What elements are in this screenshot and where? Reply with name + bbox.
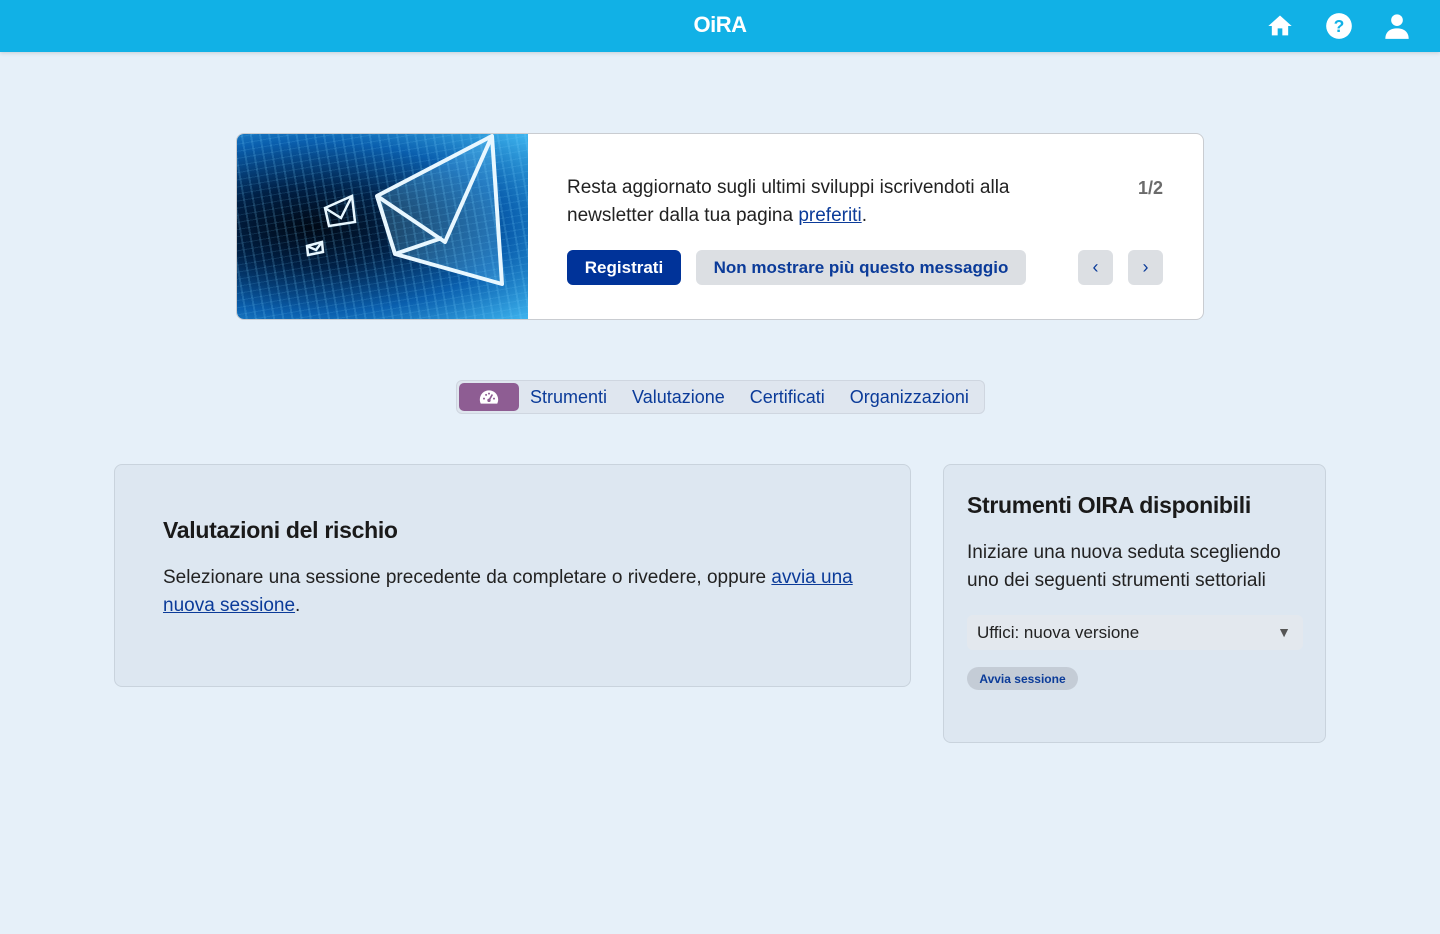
prev-message-button[interactable]: ‹ bbox=[1078, 250, 1113, 285]
risk-text: Selezionare una sessione precedente da c… bbox=[163, 567, 772, 588]
dismiss-message-button[interactable]: Non mostrare più questo messaggio bbox=[696, 250, 1026, 285]
chevron-right-icon: › bbox=[1142, 257, 1149, 277]
risk-assessments-card: Valutazioni del rischio Selezionare una … bbox=[114, 464, 911, 687]
risk-assessments-text: Selezionare una sessione precedente da c… bbox=[163, 564, 863, 620]
help-icon[interactable]: ? bbox=[1324, 11, 1354, 41]
tab-dashboard[interactable] bbox=[459, 383, 519, 411]
svg-text:?: ? bbox=[1334, 16, 1345, 36]
available-tools-text: Iniziare una nuova seduta scegliendo uno… bbox=[967, 542, 1281, 591]
home-icon[interactable] bbox=[1265, 11, 1295, 41]
tab-strumenti[interactable]: Strumenti bbox=[530, 387, 607, 408]
tool-select[interactable]: Uffici: nuova versione ▼ bbox=[967, 615, 1303, 650]
tool-select-value: Uffici: nuova versione bbox=[977, 622, 1140, 642]
tab-certificati[interactable]: Certificati bbox=[750, 387, 825, 408]
register-button[interactable]: Registrati bbox=[567, 250, 681, 285]
chevron-left-icon: ‹ bbox=[1092, 257, 1099, 277]
banner-text: Resta aggiornato sugli ultimi sviluppi i… bbox=[567, 177, 1010, 226]
available-tools-title: Strumenti OIRA disponibili bbox=[967, 492, 1251, 518]
banner-counter: 1/2 bbox=[1137, 178, 1163, 198]
oira-logo[interactable]: OiRA bbox=[0, 12, 1440, 38]
next-message-button[interactable]: › bbox=[1128, 250, 1163, 285]
top-bar: OiRA ? bbox=[0, 0, 1440, 52]
start-session-button[interactable]: Avvia sessione bbox=[967, 667, 1078, 690]
newsletter-banner: Resta aggiornato sugli ultimi sviluppi i… bbox=[236, 133, 1204, 320]
risk-assessments-title: Valutazioni del rischio bbox=[163, 517, 398, 543]
risk-text-end: . bbox=[295, 595, 301, 616]
dashboard-icon bbox=[479, 390, 499, 404]
user-icon[interactable] bbox=[1382, 11, 1412, 41]
preferences-link[interactable]: preferiti bbox=[798, 205, 861, 226]
banner-text-end: . bbox=[861, 205, 867, 226]
banner-message: Resta aggiornato sugli ultimi sviluppi i… bbox=[567, 174, 1067, 230]
dropdown-arrow-icon: ▼ bbox=[1277, 624, 1291, 640]
main-tabs: Strumenti Valutazione Certificati Organi… bbox=[456, 380, 985, 414]
newsletter-image bbox=[237, 134, 528, 319]
tab-organizzazioni[interactable]: Organizzazioni bbox=[850, 387, 969, 408]
available-tools-card: Strumenti OIRA disponibili Iniziare una … bbox=[943, 464, 1326, 743]
tab-valutazione[interactable]: Valutazione bbox=[632, 387, 725, 408]
